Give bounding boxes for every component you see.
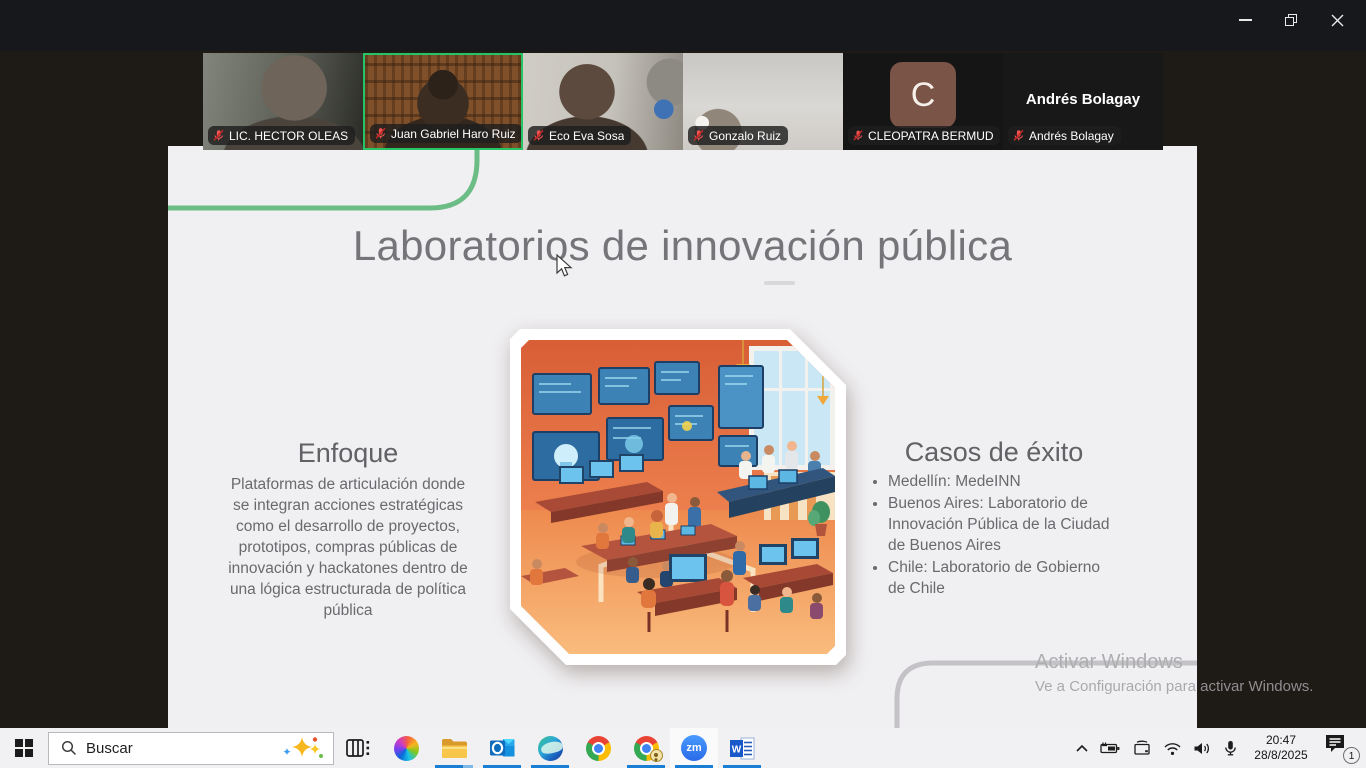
enfoque-body: Plataformas de articulación donde se int… (222, 475, 474, 621)
enfoque-heading: Enfoque (222, 438, 474, 469)
participant-name-label: Juan Gabriel Haro Ruiz (370, 124, 522, 143)
video-tile-gonzalo-ruiz[interactable]: Gonzalo Ruiz (683, 53, 843, 150)
video-tile-juan-gabriel-haro-ruiz[interactable]: Juan Gabriel Haro Ruiz (363, 53, 523, 150)
microphone-button[interactable] (1223, 740, 1238, 756)
casos-item: Medellín: MedeINN (888, 472, 1120, 493)
video-tile-andres-bolagay[interactable]: Andrés Bolagay Andrés Bolagay (1003, 53, 1163, 150)
close-icon (1331, 14, 1344, 27)
notification-count-badge: 1 (1343, 747, 1360, 764)
muted-mic-icon (1012, 129, 1025, 142)
svg-text:W: W (731, 744, 741, 755)
casos-item: Chile: Laboratorio de Gobierno de Chile (888, 558, 1120, 600)
tray-time: 20:47 (1249, 733, 1313, 748)
slide-illustration-card (510, 329, 846, 665)
battery-charging-icon (1100, 741, 1121, 755)
participant-name-label: Andrés Bolagay (1008, 126, 1121, 145)
word-icon: W (729, 736, 756, 761)
participant-display-name: Andrés Bolagay (1003, 91, 1163, 108)
casos-item: Buenos Aires: Laboratorio de Innovación … (888, 494, 1120, 557)
minimize-icon (1239, 19, 1252, 21)
participant-video-strip: LIC. HECTOR OLEAS Juan Gabriel Haro Ruiz… (203, 53, 1163, 150)
restore-icon (1285, 14, 1297, 26)
connect-display-button[interactable] (1132, 740, 1152, 756)
slide-right-section: Casos de éxito Medellín: MedeINN Buenos … (868, 437, 1120, 601)
participant-name: LIC. HECTOR OLEAS (229, 129, 348, 143)
muted-mic-icon (212, 129, 225, 142)
microphone-icon (1223, 740, 1238, 756)
activate-windows-watermark: Activar Windows (1035, 651, 1183, 674)
windows-logo-icon (15, 739, 33, 757)
muted-mic-icon (374, 127, 387, 140)
window-titlebar (0, 0, 1366, 51)
video-tile-cleopatra-bermudez[interactable]: C CLEOPATRA BERMUD... (843, 53, 1003, 150)
chevron-up-icon (1075, 743, 1089, 754)
participant-name: Juan Gabriel Haro Ruiz (391, 127, 515, 141)
slide-title: Laboratorios de innovación pública (168, 222, 1197, 270)
participant-name: Eco Eva Sosa (549, 129, 624, 143)
title-divider (764, 281, 795, 285)
start-button[interactable] (0, 728, 48, 768)
copilot-icon (394, 736, 419, 761)
muted-mic-icon (532, 129, 545, 142)
muted-mic-icon (692, 129, 705, 142)
mouse-cursor (555, 254, 573, 278)
chrome-button[interactable] (574, 728, 622, 768)
shared-slide: Laboratorios de innovación pública Enfoq… (168, 146, 1197, 728)
outlook-icon (489, 736, 516, 761)
window-controls (1222, 4, 1360, 36)
file-explorer-icon (441, 737, 468, 760)
taskbar-clock[interactable]: 20:47 28/8/2025 (1249, 733, 1313, 763)
participant-name: CLEOPATRA BERMUD... (868, 129, 993, 143)
task-view-button[interactable] (334, 728, 382, 768)
participant-name-label: Gonzalo Ruiz (688, 126, 788, 145)
zoom-icon: zm (681, 735, 707, 761)
network-status-button[interactable] (1163, 741, 1182, 756)
search-input[interactable] (86, 740, 272, 757)
casos-heading: Casos de éxito (868, 437, 1120, 468)
taskbar-search[interactable] (48, 732, 334, 765)
muted-mic-icon (852, 129, 864, 142)
participant-name-label: CLEOPATRA BERMUD... (848, 126, 1000, 145)
copilot-button[interactable] (382, 728, 430, 768)
tray-date: 28/8/2025 (1249, 748, 1313, 763)
video-tile-eco-eva-sosa[interactable]: Eco Eva Sosa (523, 53, 683, 150)
speaker-icon (1193, 741, 1212, 756)
windows-taskbar: zm W (0, 728, 1366, 768)
wireless-display-icon (1132, 740, 1152, 756)
participant-name-label: Eco Eva Sosa (528, 126, 631, 145)
search-icon (61, 740, 77, 756)
slide-left-section: Enfoque Plataformas de articulación dond… (222, 438, 474, 621)
zoom-icon-label: zm (686, 742, 701, 754)
chrome-profile-button[interactable] (622, 728, 670, 768)
tray-chevron-button[interactable] (1075, 743, 1089, 754)
participant-name: Gonzalo Ruiz (709, 129, 781, 143)
meeting-stage: Laboratorios de innovación pública Enfoq… (0, 51, 1366, 728)
edge-icon (538, 736, 563, 761)
participant-name: Andrés Bolagay (1029, 129, 1114, 143)
casos-list: Medellín: MedeINN Buenos Aires: Laborato… (868, 472, 1120, 600)
innovation-lab-illustration (521, 340, 835, 654)
notification-center-button[interactable]: 1 (1324, 733, 1358, 763)
word-button[interactable]: W (718, 728, 766, 768)
volume-button[interactable] (1193, 741, 1212, 756)
participant-name-label: LIC. HECTOR OLEAS (208, 126, 355, 145)
task-view-icon (345, 736, 371, 760)
activate-windows-subtext: Ve a Configuración para activar Windows. (1035, 678, 1313, 695)
file-explorer-button[interactable] (430, 728, 478, 768)
battery-status-button[interactable] (1100, 741, 1121, 755)
edge-button[interactable] (526, 728, 574, 768)
system-tray: 20:47 28/8/2025 1 (1075, 733, 1366, 763)
chrome-profile-badge-icon (650, 749, 663, 762)
close-button[interactable] (1314, 4, 1360, 36)
avatar: C (890, 62, 956, 128)
search-highlights-sparkle-icon (281, 735, 327, 761)
chrome-icon (586, 736, 611, 761)
minimize-button[interactable] (1222, 4, 1268, 36)
video-tile-hector-oleas[interactable]: LIC. HECTOR OLEAS (203, 53, 363, 150)
wifi-icon (1163, 741, 1182, 756)
restore-button[interactable] (1268, 4, 1314, 36)
outlook-button[interactable] (478, 728, 526, 768)
zoom-app-button[interactable]: zm (670, 728, 718, 768)
